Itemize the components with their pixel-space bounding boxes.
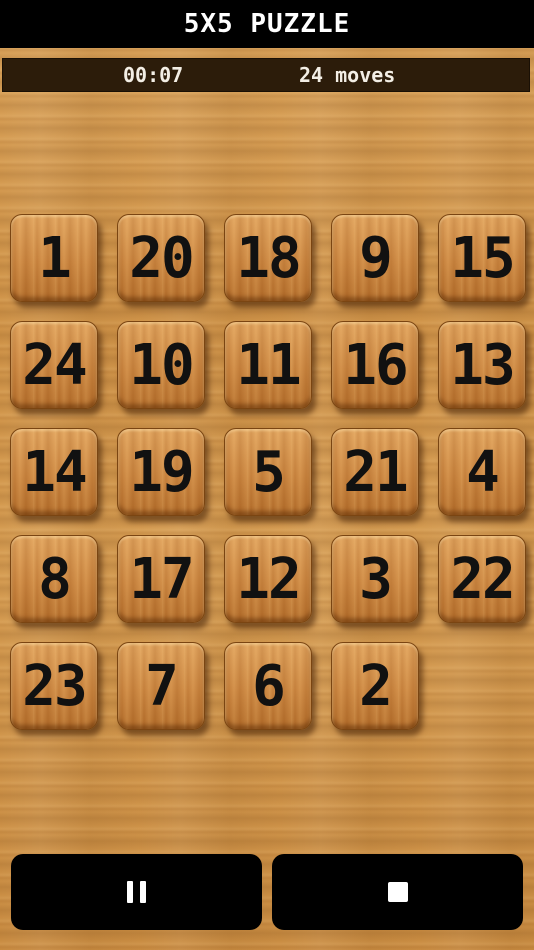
tile-16[interactable]: 16 <box>331 321 419 409</box>
pause-button[interactable] <box>11 854 262 930</box>
pause-icon <box>126 881 147 903</box>
tile-10[interactable]: 10 <box>117 321 205 409</box>
tile-19[interactable]: 19 <box>117 428 205 516</box>
tile-18[interactable]: 18 <box>224 214 312 302</box>
tile-4[interactable]: 4 <box>438 428 526 516</box>
tile-5[interactable]: 5 <box>224 428 312 516</box>
puzzle-board: 1 20 18 9 15 24 10 11 16 13 14 19 5 21 4 8 17 12 3 22 23 7 6 2 <box>0 0 534 950</box>
tile-17[interactable]: 17 <box>117 535 205 623</box>
tile-15[interactable]: 15 <box>438 214 526 302</box>
tile-14[interactable]: 14 <box>10 428 98 516</box>
tile-13[interactable]: 13 <box>438 321 526 409</box>
tile-3[interactable]: 3 <box>331 535 419 623</box>
tile-24[interactable]: 24 <box>10 321 98 409</box>
tile-9[interactable]: 9 <box>331 214 419 302</box>
tile-11[interactable]: 11 <box>224 321 312 409</box>
tile-2[interactable]: 2 <box>331 642 419 730</box>
tile-8[interactable]: 8 <box>10 535 98 623</box>
tile-20[interactable]: 20 <box>117 214 205 302</box>
stop-button[interactable] <box>272 854 523 930</box>
tile-22[interactable]: 22 <box>438 535 526 623</box>
stop-icon <box>387 882 408 902</box>
tile-21[interactable]: 21 <box>331 428 419 516</box>
tile-1[interactable]: 1 <box>10 214 98 302</box>
tile-12[interactable]: 12 <box>224 535 312 623</box>
tile-6[interactable]: 6 <box>224 642 312 730</box>
tile-23[interactable]: 23 <box>10 642 98 730</box>
tile-7[interactable]: 7 <box>117 642 205 730</box>
